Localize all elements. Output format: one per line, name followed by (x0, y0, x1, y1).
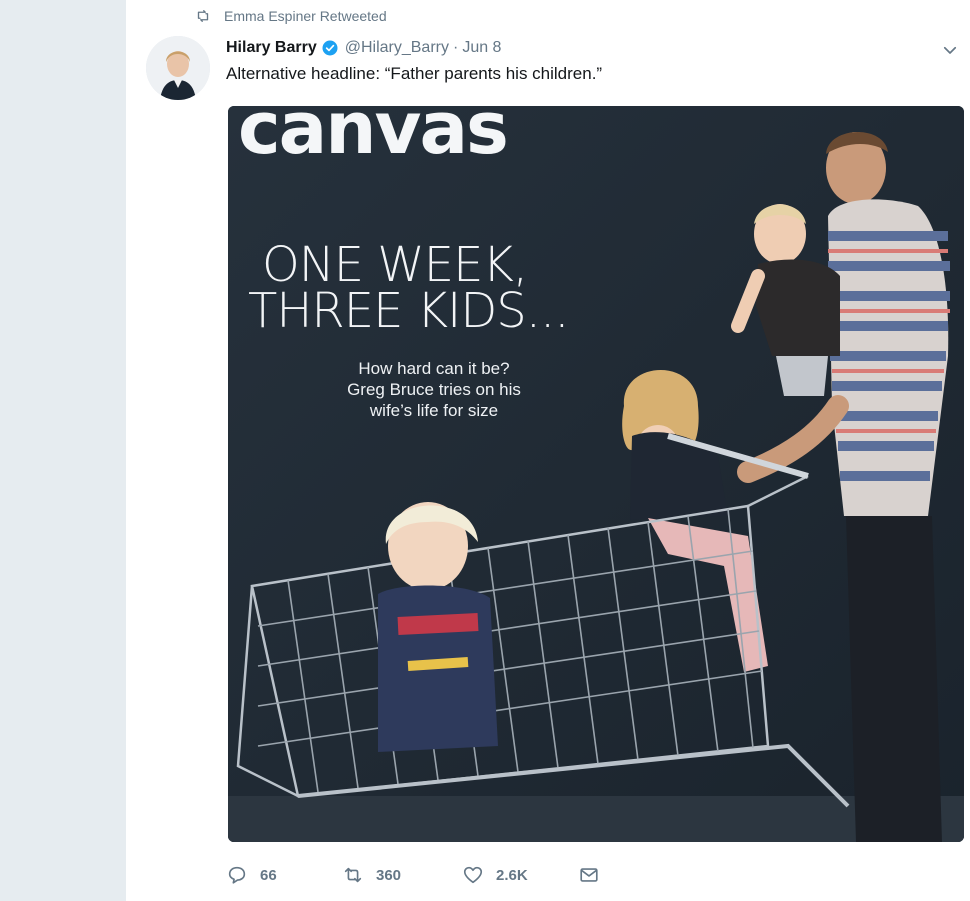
verified-badge-icon (322, 40, 338, 56)
retweet-icon (197, 10, 209, 22)
cover-headline: ONE WEEK, THREE KIDS... (248, 237, 570, 339)
avatar[interactable] (146, 36, 210, 100)
heart-icon (463, 866, 483, 884)
envelope-icon (580, 868, 598, 882)
reply-count: 66 (260, 866, 277, 884)
tweet: Emma Espiner Retweeted Hilary Barry @Hil… (126, 0, 970, 901)
magazine-cover-photo (228, 106, 964, 842)
subhead-line-3: wife’s life for size (369, 401, 499, 420)
headline-line-2: THREE KIDS... (248, 283, 570, 339)
retweet-icon (344, 867, 362, 883)
tweet-media-image[interactable]: canvas ONE WEEK, THREE KIDS... How hard … (228, 106, 964, 842)
direct-message-button[interactable] (578, 864, 612, 886)
reply-icon (228, 866, 246, 884)
separator-dot: · (452, 39, 459, 56)
timestamp[interactable]: Jun 8 (462, 39, 501, 57)
like-button[interactable]: 2.6K (462, 864, 578, 886)
subhead-line-2: Greg Bruce tries on his (347, 380, 521, 399)
retweet-button[interactable]: 360 (342, 864, 462, 886)
reply-button[interactable]: 66 (226, 864, 342, 886)
retweet-count: 360 (376, 866, 402, 884)
username[interactable]: @Hilary_Barry (345, 39, 449, 57)
headline-line-1: ONE WEEK, (262, 237, 528, 293)
cover-subhead: How hard can it be? Greg Bruce tries on … (304, 358, 564, 421)
like-count: 2.6K (496, 866, 528, 884)
fullname[interactable]: Hilary Barry (226, 39, 317, 57)
magazine-name: canvas (238, 106, 509, 170)
tweet-text: Alternative headline: “Father parents hi… (226, 64, 603, 83)
retweet-context-text: Emma Espiner Retweeted (224, 8, 387, 24)
retweet-context[interactable]: Emma Espiner Retweeted (194, 6, 387, 26)
subhead-line-1: How hard can it be? (358, 359, 510, 378)
tweet-header: Hilary Barry @Hilary_Barry · Jun 8 (226, 36, 501, 60)
avatar-image (146, 36, 210, 100)
tweet-actions: 66 360 2.6K (226, 860, 612, 890)
chevron-down-icon[interactable] (938, 38, 962, 62)
